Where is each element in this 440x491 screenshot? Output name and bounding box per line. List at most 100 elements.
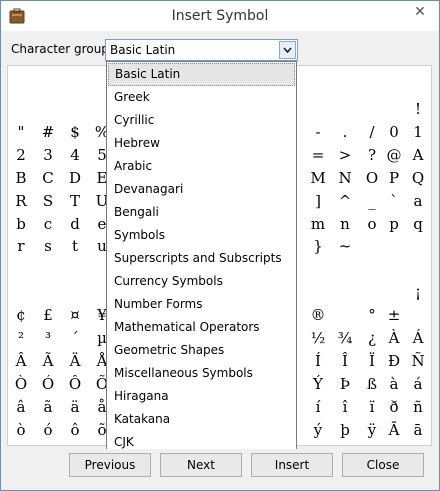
symbol-cell[interactable]: p xyxy=(381,213,407,235)
symbol-cell[interactable]: Ô xyxy=(62,373,88,395)
symbol-cell[interactable]: # xyxy=(35,121,61,143)
symbol-cell[interactable]: s xyxy=(35,235,61,257)
symbol-cell[interactable]: " xyxy=(8,121,34,143)
symbol-cell[interactable]: ð xyxy=(381,396,407,418)
symbol-cell[interactable]: ó xyxy=(35,419,61,441)
symbol-cell[interactable]: ä xyxy=(62,396,88,418)
dropdown-option[interactable]: Currency Symbols xyxy=(108,270,295,293)
symbol-cell[interactable]: Í xyxy=(305,350,331,372)
symbol-cell[interactable]: 2 xyxy=(8,144,34,166)
symbol-cell[interactable]: } xyxy=(305,235,331,257)
symbol-cell[interactable]: Ā xyxy=(381,419,407,441)
symbol-cell[interactable]: ¾ xyxy=(332,327,358,349)
symbol-cell[interactable]: Þ xyxy=(332,373,358,395)
symbol-cell[interactable]: þ xyxy=(332,419,358,441)
symbol-cell[interactable]: P xyxy=(381,167,407,189)
symbol-cell[interactable]: ³ xyxy=(35,327,61,349)
symbol-cell[interactable]: > xyxy=(332,144,358,166)
symbol-cell[interactable]: á xyxy=(405,373,431,395)
symbol-cell[interactable]: ¤ xyxy=(62,304,88,326)
symbol-cell[interactable]: ` xyxy=(381,190,407,212)
symbol-cell[interactable]: ā xyxy=(405,419,431,441)
symbol-cell[interactable]: Ý xyxy=(305,373,331,395)
dropdown-option[interactable]: Mathematical Operators xyxy=(108,316,295,339)
symbol-cell[interactable]: ½ xyxy=(305,327,331,349)
symbol-cell[interactable]: $ xyxy=(62,121,88,143)
symbol-cell[interactable]: D xyxy=(62,167,88,189)
symbol-cell[interactable]: Ð xyxy=(381,350,407,372)
dropdown-option[interactable]: Bengali xyxy=(108,201,295,224)
symbol-cell[interactable]: ñ xyxy=(405,396,431,418)
symbol-cell[interactable]: M xyxy=(305,167,331,189)
symbol-cell[interactable]: r xyxy=(8,235,34,257)
symbol-cell[interactable]: q xyxy=(405,213,431,235)
symbol-cell[interactable]: c xyxy=(35,213,61,235)
symbol-cell[interactable]: ô xyxy=(62,419,88,441)
symbol-cell[interactable]: Ò xyxy=(8,373,34,395)
symbol-cell[interactable]: ò xyxy=(8,419,34,441)
symbol-cell[interactable]: Â xyxy=(8,350,34,372)
symbol-cell[interactable]: Á xyxy=(405,327,431,349)
symbol-cell[interactable]: N xyxy=(332,167,358,189)
dropdown-option[interactable]: Cyrillic xyxy=(108,109,295,132)
dropdown-option[interactable]: Hiragana xyxy=(108,385,295,408)
dropdown-option[interactable]: Geometric Shapes xyxy=(108,339,295,362)
symbol-cell[interactable]: Ä xyxy=(62,350,88,372)
character-groups-select[interactable]: Basic Latin xyxy=(105,39,298,61)
symbol-cell[interactable]: À xyxy=(381,327,407,349)
dropdown-option[interactable]: Symbols xyxy=(108,224,295,247)
symbol-cell[interactable]: T xyxy=(62,190,88,212)
symbol-cell[interactable]: . xyxy=(332,121,358,143)
symbol-cell[interactable]: 4 xyxy=(62,144,88,166)
symbol-cell[interactable]: ± xyxy=(381,304,407,326)
dropdown-option[interactable]: Miscellaneous Symbols xyxy=(108,362,295,385)
symbol-cell[interactable]: £ xyxy=(35,304,61,326)
symbol-cell[interactable]: Ó xyxy=(35,373,61,395)
chevron-down-icon[interactable] xyxy=(279,41,296,59)
symbol-cell[interactable]: ] xyxy=(305,190,331,212)
dropdown-option[interactable]: Katakana xyxy=(108,408,295,431)
dropdown-option[interactable]: Devanagari xyxy=(108,178,295,201)
symbol-cell[interactable]: Ã xyxy=(35,350,61,372)
symbol-cell[interactable]: t xyxy=(62,235,88,257)
next-button[interactable]: Next xyxy=(160,453,242,477)
symbol-cell[interactable]: B xyxy=(8,167,34,189)
symbol-cell[interactable]: Î xyxy=(332,350,358,372)
symbol-cell[interactable]: @ xyxy=(381,144,407,166)
symbol-cell[interactable]: b xyxy=(8,213,34,235)
symbol-cell[interactable]: Q xyxy=(405,167,431,189)
dropdown-option[interactable]: Number Forms xyxy=(108,293,295,316)
symbol-cell[interactable]: ¢ xyxy=(8,304,34,326)
symbol-cell[interactable]: = xyxy=(305,144,331,166)
symbol-cell[interactable]: Ñ xyxy=(405,350,431,372)
dropdown-option[interactable]: Basic Latin xyxy=(108,63,295,86)
symbol-cell[interactable]: d xyxy=(62,213,88,235)
symbol-cell[interactable]: à xyxy=(381,373,407,395)
symbol-cell[interactable]: 1 xyxy=(405,121,431,143)
symbol-cell[interactable]: î xyxy=(332,396,358,418)
symbol-cell[interactable]: m xyxy=(305,213,331,235)
previous-button[interactable]: Previous xyxy=(69,453,151,477)
symbol-cell[interactable]: ~ xyxy=(332,235,358,257)
dropdown-option[interactable]: Arabic xyxy=(108,155,295,178)
symbol-cell[interactable]: ã xyxy=(35,396,61,418)
dropdown-option[interactable]: Superscripts and Subscripts xyxy=(108,247,295,270)
symbol-cell[interactable]: ý xyxy=(305,419,331,441)
symbol-cell[interactable]: í xyxy=(305,396,331,418)
symbol-cell[interactable]: R xyxy=(8,190,34,212)
symbol-cell[interactable]: ² xyxy=(8,327,34,349)
symbol-cell[interactable]: â xyxy=(8,396,34,418)
dropdown-option[interactable]: Hebrew xyxy=(108,132,295,155)
symbol-cell[interactable]: 0 xyxy=(381,121,407,143)
close-button[interactable]: Close xyxy=(342,453,424,477)
symbol-cell[interactable]: ® xyxy=(305,304,331,326)
symbol-cell[interactable]: S xyxy=(35,190,61,212)
window-close-icon[interactable]: ✕ xyxy=(407,2,433,22)
symbol-cell[interactable]: a xyxy=(405,190,431,212)
dropdown-option[interactable]: Greek xyxy=(108,86,295,109)
symbol-cell[interactable]: ^ xyxy=(332,190,358,212)
symbol-cell[interactable]: A xyxy=(405,144,431,166)
symbol-cell[interactable]: ¡ xyxy=(405,281,431,303)
insert-button[interactable]: Insert xyxy=(251,453,333,477)
symbol-cell[interactable]: - xyxy=(305,121,331,143)
